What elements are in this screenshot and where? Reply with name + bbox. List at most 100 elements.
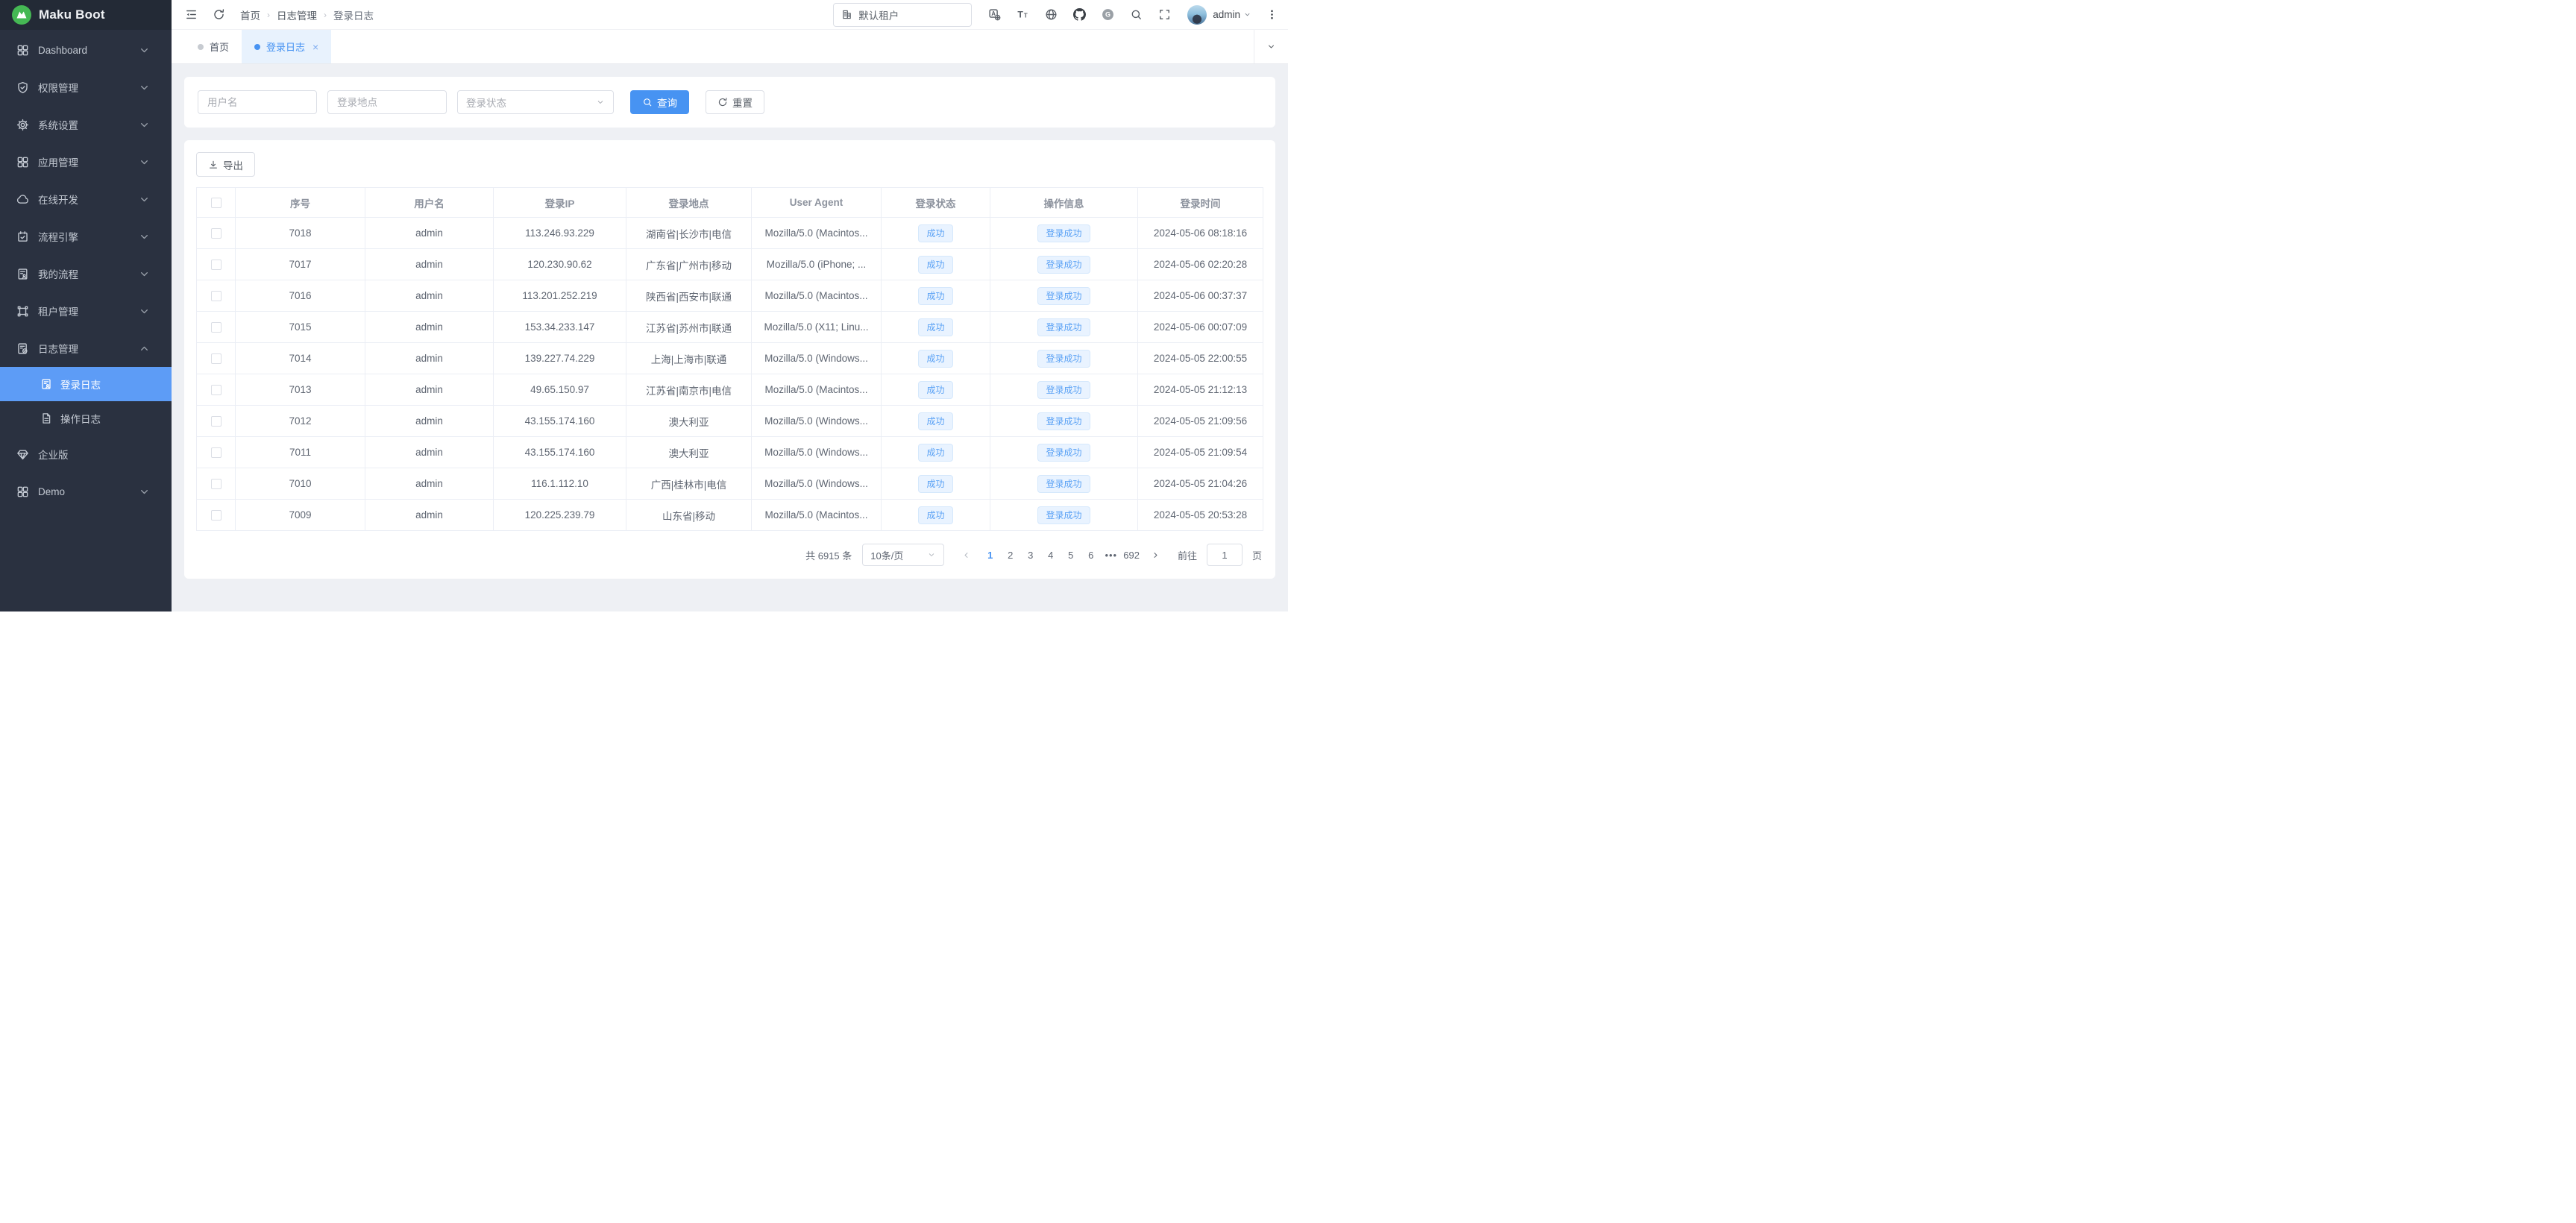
- cell-operation: 登录成功: [990, 249, 1138, 280]
- sidebar-item-online-dev[interactable]: 在线开发: [0, 180, 172, 218]
- row-checkbox[interactable]: [211, 260, 222, 270]
- breadcrumb-separator-icon: ›: [324, 10, 327, 20]
- page-number-5[interactable]: 5: [1061, 544, 1081, 566]
- breadcrumb-log-management[interactable]: 日志管理: [277, 7, 317, 22]
- row-checkbox[interactable]: [211, 385, 222, 395]
- language-icon[interactable]: A: [988, 8, 1001, 21]
- tab-close-icon[interactable]: ×: [312, 42, 318, 52]
- tab-login-log[interactable]: 登录日志 ×: [242, 30, 331, 63]
- cell-id: 7018: [236, 218, 365, 249]
- sidebar-subitem-operate-log[interactable]: 操作日志: [0, 401, 172, 436]
- login-log-table: 序号 用户名 登录IP 登录地点 User Agent 登录状态 操作信息 登录…: [196, 187, 1263, 531]
- sidebar-item-log[interactable]: 日志管理: [0, 330, 172, 367]
- row-checkbox[interactable]: [211, 479, 222, 489]
- cell-operation: 登录成功: [990, 500, 1138, 531]
- row-checkbox[interactable]: [211, 353, 222, 364]
- tenant-select[interactable]: 默认租户: [833, 3, 972, 27]
- table-row: 7015admin153.34.233.147江苏省|苏州市|联通Mozilla…: [197, 312, 1263, 343]
- svg-text:T: T: [1018, 10, 1024, 20]
- sidebar-item-label: 权限管理: [38, 80, 138, 95]
- sidebar-item-flow-engine[interactable]: 流程引擎: [0, 218, 172, 255]
- row-checkbox[interactable]: [211, 447, 222, 458]
- row-checkbox[interactable]: [211, 322, 222, 333]
- sidebar-item-dashboard[interactable]: Dashboard: [0, 31, 172, 69]
- query-button[interactable]: 查询: [630, 90, 689, 114]
- page-number-3[interactable]: 3: [1020, 544, 1040, 566]
- operation-badge: 登录成功: [1037, 444, 1090, 462]
- sidebar-subitem-login-log[interactable]: 登录日志: [0, 367, 172, 401]
- page-number-4[interactable]: 4: [1040, 544, 1061, 566]
- page-more[interactable]: •••: [1101, 544, 1121, 566]
- col-user-agent: User Agent: [752, 188, 882, 218]
- frame-icon: [16, 305, 29, 318]
- login-location-input[interactable]: [327, 90, 447, 114]
- tabs-dropdown[interactable]: [1254, 30, 1288, 63]
- row-checkbox[interactable]: [211, 291, 222, 301]
- next-page-button[interactable]: [1146, 544, 1166, 566]
- row-checkbox[interactable]: [211, 228, 222, 239]
- export-button-label: 导出: [223, 157, 243, 172]
- breadcrumb-home[interactable]: 首页: [240, 7, 260, 22]
- cell-select: [197, 468, 236, 500]
- sidebar-item-label: 租户管理: [38, 304, 138, 318]
- sidebar-item-application[interactable]: 应用管理: [0, 143, 172, 180]
- sidebar-item-demo[interactable]: Demo: [0, 473, 172, 510]
- sidebar-item-tenant[interactable]: 租户管理: [0, 292, 172, 330]
- cell-time: 2024-05-06 08:18:16: [1138, 218, 1263, 249]
- cell-username: admin: [365, 280, 494, 312]
- gitee-icon[interactable]: G: [1102, 8, 1114, 21]
- goto-page-input[interactable]: [1207, 544, 1243, 566]
- row-checkbox[interactable]: [211, 510, 222, 521]
- cell-id: 7013: [236, 374, 365, 406]
- sidebar-item-label: 在线开发: [38, 192, 138, 207]
- cell-ip: 49.65.150.97: [494, 374, 626, 406]
- login-status-select[interactable]: 登录状态: [457, 90, 614, 114]
- font-size-icon[interactable]: TT: [1017, 8, 1029, 21]
- flow-icon: [16, 230, 29, 243]
- page-number-2[interactable]: 2: [1000, 544, 1020, 566]
- cell-user-agent: Mozilla/5.0 (Macintos...: [752, 218, 882, 249]
- sidebar-item-enterprise[interactable]: 企业版: [0, 436, 172, 473]
- status-badge: 成功: [918, 287, 952, 305]
- chevron-down-icon: [1266, 42, 1276, 51]
- username-input[interactable]: [198, 90, 317, 114]
- sidebar-item-my-flow[interactable]: 我的流程: [0, 255, 172, 292]
- header-select-all: [197, 188, 236, 218]
- tab-home[interactable]: 首页: [185, 30, 242, 63]
- status-badge: 成功: [918, 475, 952, 493]
- top-header: 首页 › 日志管理 › 登录日志 默认租户 A TT G admin: [172, 0, 1288, 30]
- table-row: 7018admin113.246.93.229湖南省|长沙市|电信Mozilla…: [197, 218, 1263, 249]
- row-checkbox[interactable]: [211, 416, 222, 427]
- app-logo[interactable]: Maku Boot: [0, 0, 172, 30]
- settings-dots-icon[interactable]: [1266, 9, 1278, 20]
- fullscreen-icon[interactable]: [1158, 8, 1171, 21]
- export-button[interactable]: 导出: [196, 152, 255, 177]
- chevron-right-icon: [1151, 550, 1160, 560]
- reset-button[interactable]: 重置: [706, 90, 764, 114]
- pagination: 共 6915 条 10条/页 123456•••692 前往 页: [196, 531, 1263, 579]
- cell-user-agent: Mozilla/5.0 (Windows...: [752, 406, 882, 437]
- avatar[interactable]: [1187, 5, 1207, 25]
- page-number-6[interactable]: 6: [1081, 544, 1101, 566]
- globe-icon[interactable]: [1045, 8, 1058, 21]
- cell-time: 2024-05-05 21:04:26: [1138, 468, 1263, 500]
- select-all-checkbox[interactable]: [211, 198, 222, 208]
- sidebar-item-label: 系统设置: [38, 117, 138, 132]
- page-size-select[interactable]: 10条/页: [862, 544, 944, 566]
- github-icon[interactable]: [1073, 8, 1086, 21]
- chevron-down-icon: [138, 119, 151, 131]
- cell-select: [197, 374, 236, 406]
- user-name[interactable]: admin: [1213, 9, 1240, 20]
- chevron-down-icon[interactable]: [1243, 10, 1251, 19]
- prev-page-button[interactable]: [956, 544, 976, 566]
- menu-fold-icon[interactable]: [185, 8, 198, 21]
- page-number-692[interactable]: 692: [1121, 544, 1142, 566]
- search-icon[interactable]: [1130, 8, 1143, 21]
- page-number-1[interactable]: 1: [980, 544, 1000, 566]
- sidebar-item-permission[interactable]: 权限管理: [0, 69, 172, 106]
- sidebar-item-system[interactable]: 系统设置: [0, 106, 172, 143]
- chevron-down-icon: [138, 156, 151, 169]
- cell-location: 广东省|广州市|移动: [626, 249, 752, 280]
- cell-location: 山东省|移动: [626, 500, 752, 531]
- refresh-icon[interactable]: [213, 8, 225, 21]
